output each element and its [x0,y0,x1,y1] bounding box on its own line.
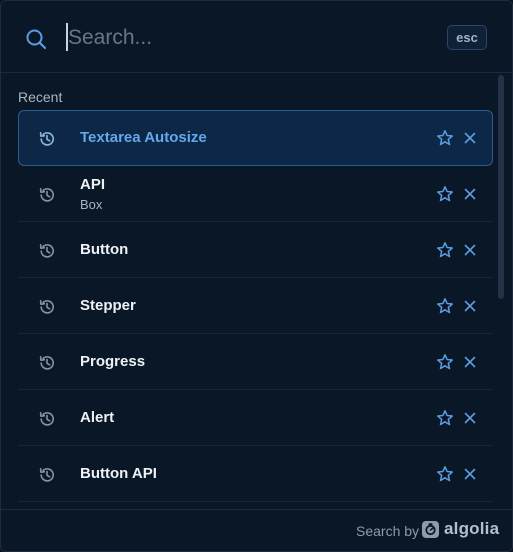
result-title: Stepper [80,297,136,314]
star-icon[interactable] [436,185,454,203]
close-icon[interactable] [463,355,477,369]
history-icon [39,355,54,370]
search-input[interactable] [65,21,428,55]
result-title: Button API [80,465,157,482]
esc-button[interactable]: esc [447,25,487,50]
result-item[interactable]: API Box [18,166,493,222]
search-by-label: Search by [356,523,420,539]
result-subtitle: Box [80,197,103,212]
result-title: Alert [80,409,115,426]
search-modal: esc Recent Textarea Autosize API Box Button… [0,0,513,552]
result-item[interactable]: Progress [18,334,493,390]
close-icon[interactable] [463,299,477,313]
star-icon[interactable] [436,297,454,315]
history-icon [39,131,54,146]
star-icon[interactable] [436,465,454,483]
star-icon[interactable] [436,129,454,147]
result-item[interactable]: Button API [18,446,493,502]
section-label-recent: Recent [18,89,63,105]
close-icon[interactable] [463,467,477,481]
history-icon [39,299,54,314]
close-icon[interactable] [463,411,477,425]
star-icon[interactable] [436,353,454,371]
result-item[interactable]: Alert [18,390,493,446]
scrollbar-thumb[interactable] [498,75,504,299]
history-icon [39,243,54,258]
result-item[interactable]: Stepper [18,278,493,334]
results-list[interactable]: Recent Textarea Autosize API Box Button Step… [1,73,512,509]
search-bar: esc [1,1,512,73]
result-title: Textarea Autosize [80,129,207,146]
history-icon [39,187,54,202]
close-icon[interactable] [463,243,477,257]
result-item[interactable]: Textarea Autosize [18,110,493,166]
history-icon [39,411,54,426]
algolia-link[interactable]: algolia [444,519,499,539]
search-icon [26,29,47,50]
star-icon[interactable] [436,241,454,259]
result-item[interactable]: Button [18,222,493,278]
result-title: Button [80,241,129,258]
history-icon [39,467,54,482]
star-icon[interactable] [436,409,454,427]
close-icon[interactable] [463,131,477,145]
result-title: Progress [80,353,146,370]
algolia-logo-icon [422,521,439,538]
footer: Search by algolia [1,509,512,551]
text-cursor [66,23,68,51]
close-icon[interactable] [463,187,477,201]
result-title: API [80,176,106,193]
